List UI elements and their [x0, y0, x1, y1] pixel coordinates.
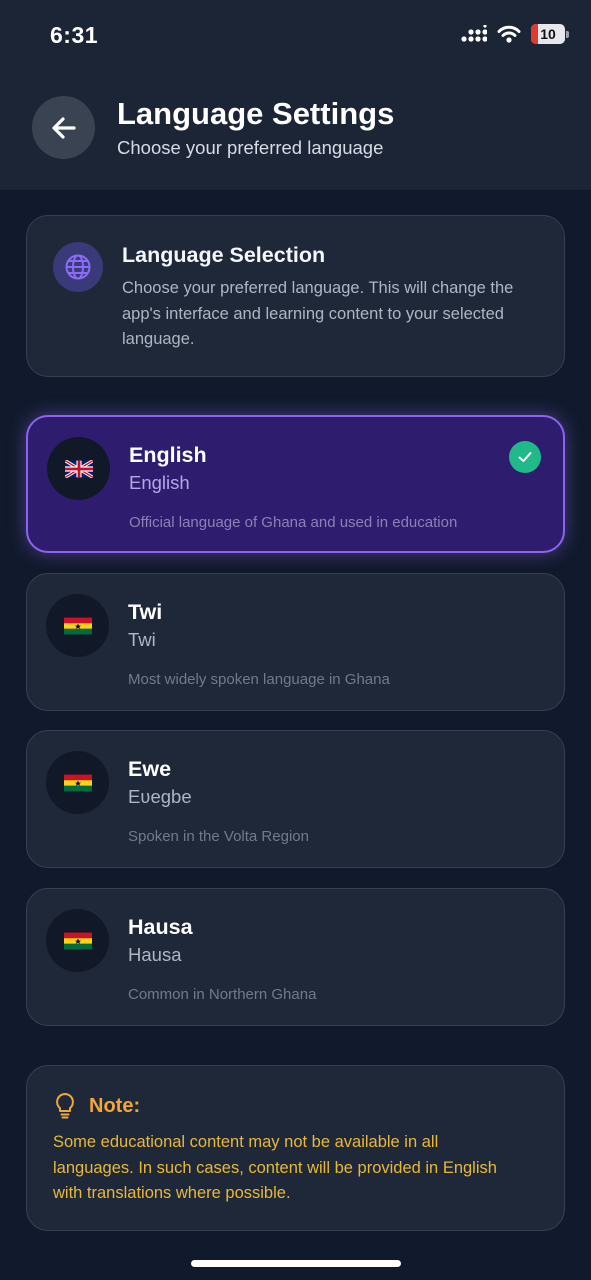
ghana-flag-icon	[63, 774, 92, 792]
language-name: Ewe	[128, 757, 172, 781]
note-header: Note:	[53, 1092, 140, 1120]
language-description: Common in Northern Ghana	[128, 986, 317, 1003]
language-name: Twi	[128, 600, 163, 624]
flag-avatar	[46, 909, 109, 972]
language-native-name: Hausa	[128, 944, 182, 965]
language-name: English	[129, 443, 207, 467]
globe-icon-wrap	[53, 242, 103, 292]
language-option-ewe[interactable]: Ewe Eʋegbe Spoken in the Volta Region	[26, 730, 565, 868]
flag-avatar	[47, 437, 110, 500]
arrow-left-icon	[51, 116, 76, 139]
language-description: Most widely spoken language in Ghana	[128, 671, 390, 688]
ghana-flag-icon	[63, 617, 92, 635]
header: Language Settings Choose your preferred …	[0, 72, 591, 190]
language-name: Hausa	[128, 915, 193, 939]
ghana-flag-icon	[63, 932, 92, 950]
language-description: Official language of Ghana and used in e…	[129, 514, 458, 531]
note-card: Note: Some educational content may not b…	[26, 1065, 565, 1231]
flag-avatar	[46, 751, 109, 814]
language-native-name: Twi	[128, 629, 156, 650]
battery-icon: 10	[531, 24, 565, 44]
page-subtitle: Choose your preferred language	[117, 137, 384, 158]
home-indicator[interactable]	[191, 1260, 401, 1267]
flag-avatar	[46, 594, 109, 657]
check-icon	[509, 441, 541, 473]
status-icons: 10	[461, 24, 569, 44]
language-native-name: Eʋegbe	[128, 786, 192, 807]
language-option-hausa[interactable]: Hausa Hausa Common in Northern Ghana	[26, 888, 565, 1026]
wifi-icon	[497, 25, 521, 43]
info-title: Language Selection	[122, 243, 326, 267]
language-selection-info-card: Language Selection Choose your preferred…	[26, 215, 565, 377]
battery-level: 10	[540, 26, 556, 42]
language-native-name: English	[129, 472, 190, 493]
language-option-english[interactable]: English English Official language of Gha…	[26, 415, 565, 553]
status-time: 6:31	[50, 22, 99, 48]
note-text: Some educational content may not be avai…	[53, 1133, 497, 1202]
lightbulb-icon	[56, 1093, 74, 1119]
language-option-twi[interactable]: Twi Twi Most widely spoken language in G…	[26, 573, 565, 711]
globe-icon	[65, 254, 91, 280]
language-description: Spoken in the Volta Region	[128, 828, 309, 845]
note-title: Note:	[89, 1094, 141, 1117]
status-bar: 6:31 10	[0, 0, 591, 72]
info-description: Choose your preferred language. This wil…	[122, 279, 514, 348]
signal-icon	[461, 25, 487, 42]
page-title: Language Settings	[117, 96, 395, 131]
back-button[interactable]	[32, 96, 95, 159]
uk-flag-icon	[63, 458, 94, 479]
